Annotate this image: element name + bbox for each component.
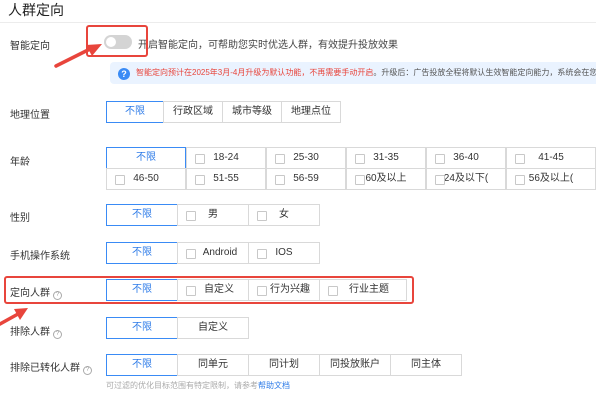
checkbox[interactable] — [115, 175, 125, 185]
converted-option-unlimited[interactable]: 不限 — [106, 354, 178, 376]
notice-red-text: 智能定向预计在2025年3月-4月升级为默认功能，不再需要手动开启 — [136, 68, 374, 77]
geo-option-city-level[interactable]: 城市等级 — [222, 101, 282, 123]
gender-label: 性别 — [10, 213, 30, 224]
geo-option-region[interactable]: 行政区域 — [163, 101, 223, 123]
checkbox[interactable] — [257, 249, 267, 259]
geo-label: 地理位置 — [10, 110, 50, 121]
checkbox[interactable] — [195, 154, 205, 164]
age-option-36-40[interactable]: 36-40 — [426, 147, 506, 169]
section-title: 人群定向 — [8, 2, 64, 18]
exclude-converted-label: 排除已转化人群? — [10, 359, 92, 375]
checkbox[interactable] — [355, 175, 365, 185]
age-option-46-50[interactable]: 46-50 — [106, 168, 186, 190]
age-option-51-55[interactable]: 51-55 — [186, 168, 266, 190]
checkbox[interactable] — [186, 249, 196, 259]
os-label: 手机操作系统 — [10, 251, 70, 262]
exclude-option-unlimited[interactable]: 不限 — [106, 317, 178, 339]
highlight-box-target — [4, 276, 414, 304]
smart-targeting-label: 智能定向 — [10, 41, 50, 52]
age-option-unlimited[interactable]: 不限 — [106, 147, 186, 169]
converted-option-same-plan[interactable]: 同计划 — [248, 354, 320, 376]
geo-option-unlimited[interactable]: 不限 — [106, 101, 164, 123]
checkbox[interactable] — [186, 211, 196, 221]
checkbox[interactable] — [515, 154, 525, 164]
upgrade-notice: ? 智能定向预计在2025年3月-4月升级为默认功能，不再需要手动开启。升级后：广… — [110, 62, 596, 84]
age-option-56-59[interactable]: 56-59 — [266, 168, 346, 190]
exclude-option-custom[interactable]: 自定义 — [177, 317, 249, 339]
converted-option-same-account[interactable]: 同投放账户 — [319, 354, 391, 376]
os-option-ios[interactable]: IOS — [248, 242, 320, 264]
os-option-android[interactable]: Android — [177, 242, 249, 264]
checkbox[interactable] — [275, 154, 285, 164]
age-option-25-30[interactable]: 25-30 — [266, 147, 346, 169]
age-option-24-below[interactable]: 24及以下( — [426, 168, 506, 190]
gender-option-male[interactable]: 男 — [177, 204, 249, 226]
age-option-41-45[interactable]: 41-45 — [506, 147, 596, 169]
checkbox[interactable] — [275, 175, 285, 185]
converted-option-same-entity[interactable]: 同主体 — [390, 354, 462, 376]
gender-option-unlimited[interactable]: 不限 — [106, 204, 178, 226]
checkbox[interactable] — [257, 211, 267, 221]
converted-option-same-unit[interactable]: 同单元 — [177, 354, 249, 376]
checkbox[interactable] — [515, 175, 525, 185]
checkbox[interactable] — [435, 175, 445, 185]
checkbox[interactable] — [355, 154, 365, 164]
age-option-31-35[interactable]: 31-35 — [346, 147, 426, 169]
help-icon[interactable]: ? — [83, 366, 92, 375]
geo-option-location[interactable]: 地理点位 — [281, 101, 341, 123]
age-option-56-above[interactable]: 56及以上( — [506, 168, 596, 190]
question-icon: ? — [118, 68, 130, 80]
checkbox[interactable] — [195, 175, 205, 185]
help-icon[interactable]: ? — [53, 330, 62, 339]
checkbox[interactable] — [435, 154, 445, 164]
footer-hint: 可过滤的优化目标范围有特定限制，请参考帮助文档 — [106, 381, 290, 390]
title-divider — [0, 22, 596, 23]
gender-option-female[interactable]: 女 — [248, 204, 320, 226]
age-option-60-plus[interactable]: 60及以上 — [346, 168, 426, 190]
exclude-audience-label: 排除人群? — [10, 323, 62, 339]
age-option-18-24[interactable]: 18-24 — [186, 147, 266, 169]
arrow-pointer-icon — [54, 44, 102, 68]
smart-targeting-description: 开启智能定向，可帮助您实时优选人群，有效提升投放效果 — [138, 40, 398, 51]
notice-gray-text: 。升级后：广告投放全程将默认生效智能定向能力，系统会在您 — [373, 68, 596, 77]
help-doc-link[interactable]: 帮助文档 — [258, 381, 290, 390]
age-label: 年龄 — [10, 157, 30, 168]
os-option-unlimited[interactable]: 不限 — [106, 242, 178, 264]
